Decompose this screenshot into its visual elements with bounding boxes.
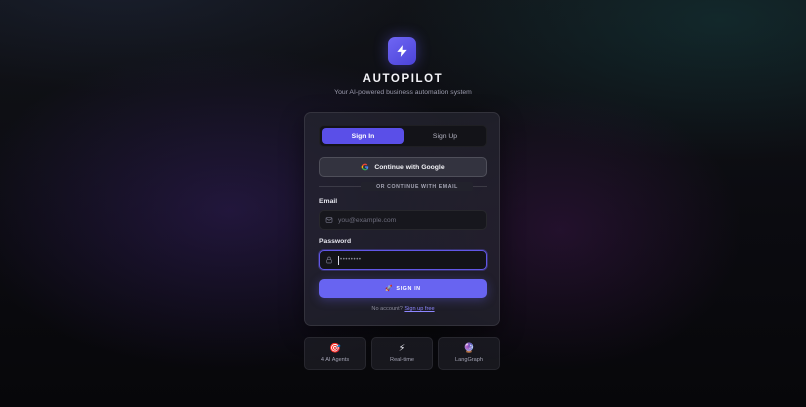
- sign-up-free-link[interactable]: Sign up free: [404, 306, 434, 312]
- password-mask: ••••••••: [340, 257, 362, 263]
- divider-line-left: [319, 186, 361, 187]
- feature-label: LangGraph: [455, 357, 483, 363]
- continue-with-google-button[interactable]: Continue with Google: [319, 157, 487, 177]
- feature-card-ai-agents: 🎯 4 AI Agents: [304, 337, 366, 370]
- target-icon: 🎯: [329, 343, 341, 354]
- google-icon: [361, 163, 369, 171]
- tab-sign-in[interactable]: Sign In: [322, 128, 404, 144]
- rocket-icon: 🚀: [385, 286, 394, 292]
- signup-prompt: No account? Sign up free: [305, 306, 501, 312]
- divider-text: OR CONTINUE WITH EMAIL: [361, 182, 473, 191]
- app-subtitle: Your AI-powered business automation syst…: [334, 89, 472, 96]
- feature-card-langgraph: 🔮 LangGraph: [438, 337, 500, 370]
- lightning-bolt-icon: [397, 45, 407, 57]
- app-logo: [388, 37, 416, 65]
- tab-sign-up[interactable]: Sign Up: [404, 128, 486, 144]
- feature-label: Real-time: [390, 357, 414, 363]
- password-field[interactable]: ••••••••: [319, 250, 487, 270]
- email-field[interactable]: [319, 210, 487, 230]
- email-label: Email: [319, 198, 338, 205]
- auth-card: Sign In Sign Up Continue with Google OR …: [304, 112, 500, 326]
- divider-line-right: [473, 186, 487, 187]
- crystal-ball-icon: 🔮: [463, 343, 475, 354]
- feature-card-real-time: ⚡ Real-time: [371, 337, 433, 370]
- lock-icon: [325, 256, 333, 264]
- auth-tabs: Sign In Sign Up: [319, 125, 487, 147]
- sign-in-button[interactable]: 🚀 SIGN IN: [319, 279, 487, 298]
- google-button-label: Continue with Google: [374, 163, 445, 171]
- password-label: Password: [319, 238, 352, 245]
- feature-label: 4 AI Agents: [320, 357, 350, 363]
- sign-in-button-label: SIGN IN: [396, 285, 421, 292]
- mail-icon: [325, 216, 333, 224]
- lightning-icon: ⚡: [398, 343, 406, 354]
- email-input[interactable]: [338, 214, 478, 226]
- or-divider: OR CONTINUE WITH EMAIL: [319, 182, 487, 191]
- no-account-text: No account?: [371, 306, 403, 312]
- app-title: AUTOPILOT: [362, 73, 444, 85]
- text-cursor: [338, 255, 339, 265]
